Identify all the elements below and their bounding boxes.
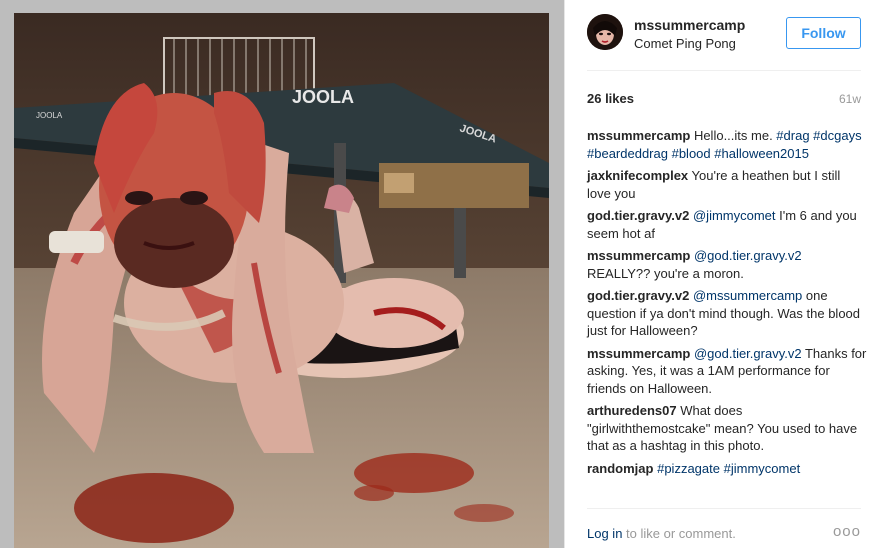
comment-text: REALLY?? you're a moron. bbox=[587, 265, 744, 281]
avatar-image bbox=[587, 14, 623, 50]
comment-list: mssummercamp Hello...its me. #drag #dcga… bbox=[587, 127, 867, 482]
likes-count[interactable]: 26 likes bbox=[587, 91, 634, 106]
comment-item: mssummercamp @god.tier.gravy.v2 REALLY??… bbox=[587, 247, 867, 282]
table-logo-1: JOOLA bbox=[292, 87, 354, 107]
post-photo[interactable]: JOOLA JOOLA JOOLA bbox=[14, 13, 549, 548]
divider bbox=[587, 508, 861, 509]
avatar[interactable] bbox=[587, 14, 623, 50]
hashtag-link[interactable]: #drag bbox=[776, 128, 809, 143]
hashtag-link[interactable]: #pizzagate bbox=[657, 461, 720, 476]
mention-link[interactable]: @jimmycomet bbox=[693, 208, 776, 223]
follow-button[interactable]: Follow bbox=[786, 17, 861, 49]
comment-item: god.tier.gravy.v2 @jimmycomet I'm 6 and … bbox=[587, 207, 867, 242]
comment-item: jaxknifecomplex You're a heathen but I s… bbox=[587, 167, 867, 202]
post-photo-illustration: JOOLA JOOLA JOOLA bbox=[14, 13, 549, 548]
more-options-icon[interactable]: ooo bbox=[833, 523, 861, 540]
post-age[interactable]: 61w bbox=[839, 92, 861, 106]
comment-author[interactable]: arthuredens07 bbox=[587, 403, 677, 418]
table-logo-3: JOOLA bbox=[36, 111, 63, 120]
photo-frame: JOOLA JOOLA JOOLA bbox=[0, 0, 564, 548]
comment-author[interactable]: mssummercamp bbox=[587, 128, 690, 143]
comment-item: arthuredens07 What does "girlwiththemost… bbox=[587, 402, 867, 455]
comment-author[interactable]: god.tier.gravy.v2 bbox=[587, 208, 689, 223]
hashtag-link[interactable]: #dcgays bbox=[813, 128, 861, 143]
hashtag-link[interactable]: #halloween2015 bbox=[714, 146, 809, 161]
mention-link[interactable]: @mssummercamp bbox=[693, 288, 802, 303]
comment-text: Hello...its me. bbox=[690, 128, 777, 143]
mention-link[interactable]: @god.tier.gravy.v2 bbox=[694, 346, 802, 361]
post-username[interactable]: mssummercamp bbox=[634, 17, 745, 33]
hashtag-link[interactable]: #jimmycomet bbox=[724, 461, 801, 476]
comment-item: mssummercamp Hello...its me. #drag #dcga… bbox=[587, 127, 867, 162]
post-header: mssummercamp Comet Ping Pong Follow bbox=[565, 0, 874, 68]
comment-item: mssummercamp @god.tier.gravy.v2 Thanks f… bbox=[587, 345, 867, 398]
post-sidebar: mssummercamp Comet Ping Pong Follow 26 l… bbox=[564, 0, 874, 548]
comment-author[interactable]: mssummercamp bbox=[587, 346, 690, 361]
hashtag-link[interactable]: #beardeddrag bbox=[587, 146, 668, 161]
comment-item: god.tier.gravy.v2 @mssummercamp one ques… bbox=[587, 287, 867, 340]
mention-link[interactable]: @god.tier.gravy.v2 bbox=[694, 248, 802, 263]
divider bbox=[587, 70, 861, 71]
login-link[interactable]: Log in bbox=[587, 526, 622, 541]
comment-author[interactable]: god.tier.gravy.v2 bbox=[587, 288, 689, 303]
comment-author[interactable]: randomjap bbox=[587, 461, 653, 476]
comment-author[interactable]: jaxknifecomplex bbox=[587, 168, 688, 183]
login-suffix: to like or comment. bbox=[622, 526, 736, 541]
post-location[interactable]: Comet Ping Pong bbox=[634, 36, 736, 51]
login-prompt: Log in to like or comment. bbox=[587, 526, 867, 541]
comment-author[interactable]: mssummercamp bbox=[587, 248, 690, 263]
comment-item: randomjap #pizzagate #jimmycomet bbox=[587, 460, 867, 478]
hashtag-link[interactable]: #blood bbox=[672, 146, 711, 161]
